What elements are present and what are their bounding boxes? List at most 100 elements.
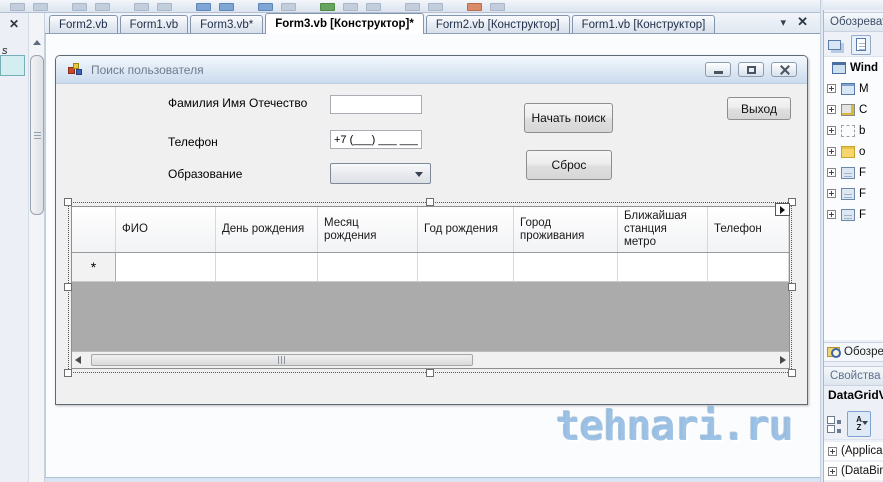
tab-form2-vb[interactable]: Form2.vb (49, 15, 118, 33)
start-debug-button[interactable] (320, 3, 335, 11)
toolbar-button[interactable] (490, 3, 505, 11)
toolbar-button[interactable] (10, 3, 25, 11)
grid-column-header[interactable]: Год рождения (418, 207, 514, 252)
show-all-files-button[interactable] (851, 34, 871, 55)
resize-handle[interactable] (426, 369, 434, 377)
resize-handle[interactable] (64, 283, 72, 291)
close-icon[interactable]: ✕ (9, 17, 19, 31)
resize-handle[interactable] (426, 198, 434, 206)
toolbar-button[interactable] (281, 3, 296, 11)
toolbar-button[interactable] (72, 3, 87, 11)
start-search-button[interactable]: Начать поиск (524, 103, 613, 133)
alphabetical-sort-icon[interactable]: A Z (847, 410, 871, 437)
navigate-back-button[interactable] (258, 3, 273, 11)
grid-column-header[interactable]: Месяц рождения (318, 207, 418, 252)
grid-column-header[interactable]: День рождения (216, 207, 318, 252)
resize-handle[interactable] (788, 283, 796, 291)
tree-item-project-root[interactable]: Wind (824, 57, 883, 78)
expand-plus-icon[interactable] (827, 168, 836, 177)
expand-plus-icon[interactable] (828, 446, 837, 456)
scrollbar-thumb[interactable] (91, 354, 473, 366)
tab-solution-explorer[interactable]: Обозре (824, 342, 883, 362)
tree-item-form1[interactable]: F (824, 162, 883, 183)
scroll-right-arrow-icon[interactable] (780, 356, 786, 364)
smart-tag-arrow[interactable] (775, 203, 790, 216)
exit-button[interactable]: Выход (727, 97, 791, 120)
expand-plus-icon[interactable] (827, 189, 836, 198)
toolbar-button[interactable] (405, 3, 420, 11)
toolbar-button[interactable] (134, 3, 149, 11)
toolbar-button[interactable] (467, 3, 482, 11)
toolbox-panel-edge: ✕ s (0, 13, 28, 482)
close-button[interactable] (771, 62, 797, 77)
resize-handle[interactable] (64, 369, 72, 377)
property-row-application-settings[interactable]: (Applica (824, 442, 883, 461)
properties-panel-title[interactable]: Свойства (824, 366, 883, 386)
categorized-view-icon[interactable] (826, 415, 844, 433)
grid-cell[interactable] (514, 253, 618, 281)
toolbox-selected-item[interactable] (0, 55, 25, 76)
grid-column-header[interactable]: Город проживания (514, 207, 618, 252)
grid-cell[interactable] (216, 253, 318, 281)
designed-form[interactable]: Поиск пользователя Фамилия Имя Отечество… (55, 55, 808, 405)
grid-horizontal-scrollbar[interactable] (72, 351, 789, 368)
scrollbar-thumb[interactable] (30, 55, 44, 215)
minimize-button[interactable] (705, 62, 731, 77)
scroll-left-arrow-icon[interactable] (75, 356, 81, 364)
tree-item-form2[interactable]: F (824, 183, 883, 204)
tab-form3-vb-designer[interactable]: Form3.vb [Конструктор]* (265, 13, 424, 34)
expand-plus-icon[interactable] (827, 147, 836, 156)
solution-explorer-title[interactable]: Обозреват (824, 12, 883, 32)
close-icon[interactable]: ✕ (797, 14, 808, 30)
toolbar-button[interactable] (157, 3, 172, 11)
stop-button[interactable] (366, 3, 381, 11)
expand-plus-icon[interactable] (827, 126, 836, 135)
grid-cell[interactable] (708, 253, 789, 281)
education-combobox[interactable] (330, 163, 431, 184)
resize-handle[interactable] (64, 198, 72, 206)
selected-object-name[interactable]: DataGridV (824, 388, 883, 406)
resize-handle[interactable] (788, 369, 796, 377)
tab-form3-vb-code[interactable]: Form3.vb* (190, 15, 264, 33)
expand-plus-icon[interactable] (827, 210, 836, 219)
expand-plus-icon[interactable] (827, 105, 836, 114)
tree-item-config[interactable]: C (824, 99, 883, 120)
scroll-up-arrow-icon[interactable] (30, 35, 44, 50)
toolbar-button[interactable] (95, 3, 110, 11)
properties-icon[interactable] (828, 39, 841, 50)
grid-cell[interactable] (116, 253, 216, 281)
grid-cell[interactable] (318, 253, 418, 281)
toolbar-button[interactable] (428, 3, 443, 11)
grid-corner-header[interactable] (72, 207, 116, 252)
form-titlebar[interactable]: Поиск пользователя (56, 56, 807, 84)
redo-button[interactable] (219, 3, 234, 11)
reset-button[interactable]: Сброс (526, 150, 612, 180)
tree-item-form3[interactable]: F (824, 204, 883, 225)
toolbar-button[interactable] (33, 3, 48, 11)
phone-masked-input[interactable] (330, 130, 422, 149)
tree-item-obj[interactable]: o (824, 141, 883, 162)
tree-item-my-project[interactable]: M (824, 78, 883, 99)
grid-column-header[interactable]: Ближайшая станция метро (618, 207, 708, 252)
chevron-down-icon[interactable]: ▾ (780, 16, 786, 29)
grid-cell[interactable] (418, 253, 514, 281)
grid-new-row[interactable]: * (72, 253, 789, 282)
datagridview[interactable]: ФИО День рождения Месяц рождения Год рож… (71, 206, 790, 369)
property-row-databindings[interactable]: (DataBin (824, 462, 883, 481)
grid-cell[interactable] (618, 253, 708, 281)
grid-row-header[interactable]: * (72, 253, 116, 281)
tab-form1-vb[interactable]: Form1.vb (119, 15, 189, 33)
undo-button[interactable] (196, 3, 211, 11)
tree-item-bin[interactable]: b (824, 120, 883, 141)
toolbox-scrollbar[interactable] (28, 13, 45, 482)
pause-button[interactable] (343, 3, 358, 11)
maximize-button[interactable] (738, 62, 764, 77)
expand-plus-icon[interactable] (828, 466, 837, 476)
grid-column-header[interactable]: ФИО (116, 207, 216, 252)
full-name-input[interactable] (330, 95, 422, 114)
tab-form1-vb-designer[interactable]: Form1.vb [Конструктор] (571, 15, 716, 33)
tab-form2-vb-designer[interactable]: Form2.vb [Конструктор] (425, 15, 570, 33)
solution-explorer-icon (827, 347, 841, 358)
expand-plus-icon[interactable] (827, 84, 836, 93)
minimize-icon (713, 70, 723, 74)
